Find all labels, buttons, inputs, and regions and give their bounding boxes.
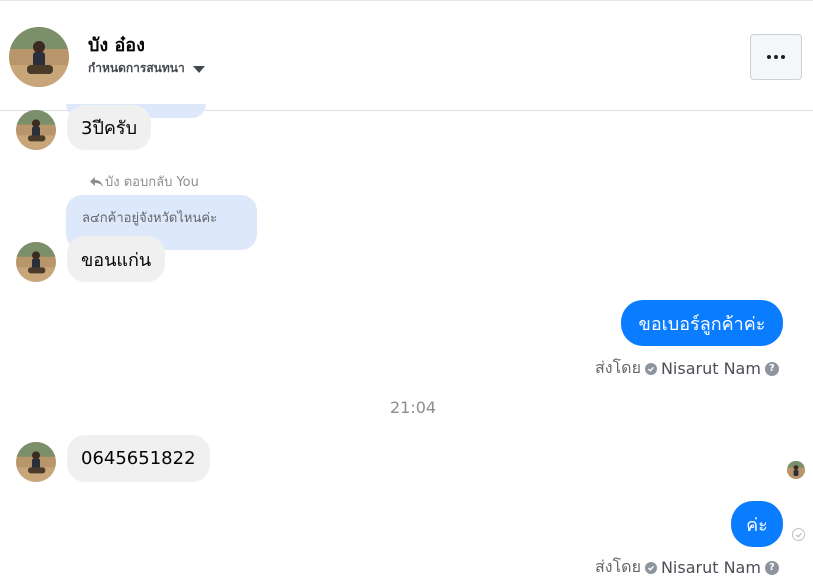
- profile-photo-icon: [16, 110, 56, 150]
- read-receipt-avatar: [787, 461, 805, 479]
- message-bubble-incoming[interactable]: ขอนแก่น: [67, 236, 166, 282]
- message-bubble-incoming[interactable]: 3ปีครับ: [67, 105, 152, 150]
- more-options-icon: [767, 55, 771, 59]
- check-circle-icon: [644, 362, 657, 375]
- help-icon[interactable]: ?: [764, 361, 779, 376]
- sender-avatar[interactable]: [16, 442, 56, 482]
- help-icon[interactable]: ?: [764, 560, 779, 575]
- profile-photo-icon: [787, 461, 805, 479]
- more-options-button[interactable]: [750, 34, 802, 80]
- reply-indicator: บัง ตอบกลับ You: [90, 171, 199, 192]
- reply-note-text: บัง ตอบกลับ You: [105, 175, 199, 190]
- sender-avatar[interactable]: [16, 110, 56, 150]
- sender-name[interactable]: Nisarut Nam: [661, 359, 761, 378]
- sent-check-icon: [792, 528, 805, 541]
- message-bubble-outgoing[interactable]: ขอเบอร์ลูกค้าค่ะ: [621, 300, 783, 346]
- profile-photo-icon: [9, 27, 69, 87]
- message-bubble-outgoing[interactable]: ค่ะ: [731, 501, 783, 547]
- profile-photo-icon: [16, 242, 56, 282]
- quoted-message-text: ล๔กค้าอยู่จังหวัดไหนค่ะ: [82, 211, 218, 226]
- contact-avatar[interactable]: [9, 27, 69, 87]
- conversation-settings-dropdown[interactable]: กำหนดการสนทนา: [88, 59, 205, 78]
- profile-photo-icon: [16, 442, 56, 482]
- conversation-header: บัง อ๋อง กำหนดการสนทนา: [0, 0, 813, 111]
- sender-avatar[interactable]: [16, 242, 56, 282]
- sent-by-label: ส่งโดย: [595, 557, 641, 576]
- check-circle-icon: [644, 561, 657, 574]
- message-timestamp: 21:04: [390, 398, 437, 417]
- message-bubble-incoming[interactable]: 0645651822: [67, 435, 210, 482]
- sent-by-label: ส่งโดย: [595, 358, 641, 377]
- sent-by-info: ส่งโดย Nisarut Nam ?: [595, 555, 779, 576]
- sender-name[interactable]: Nisarut Nam: [661, 558, 761, 576]
- chevron-down-icon: [192, 66, 205, 73]
- contact-name[interactable]: บัง อ๋อง: [88, 30, 145, 59]
- conversation-settings-label: กำหนดการสนทนา: [88, 61, 185, 75]
- sent-by-info: ส่งโดย Nisarut Nam ?: [595, 356, 779, 381]
- reply-arrow-icon: [90, 177, 103, 187]
